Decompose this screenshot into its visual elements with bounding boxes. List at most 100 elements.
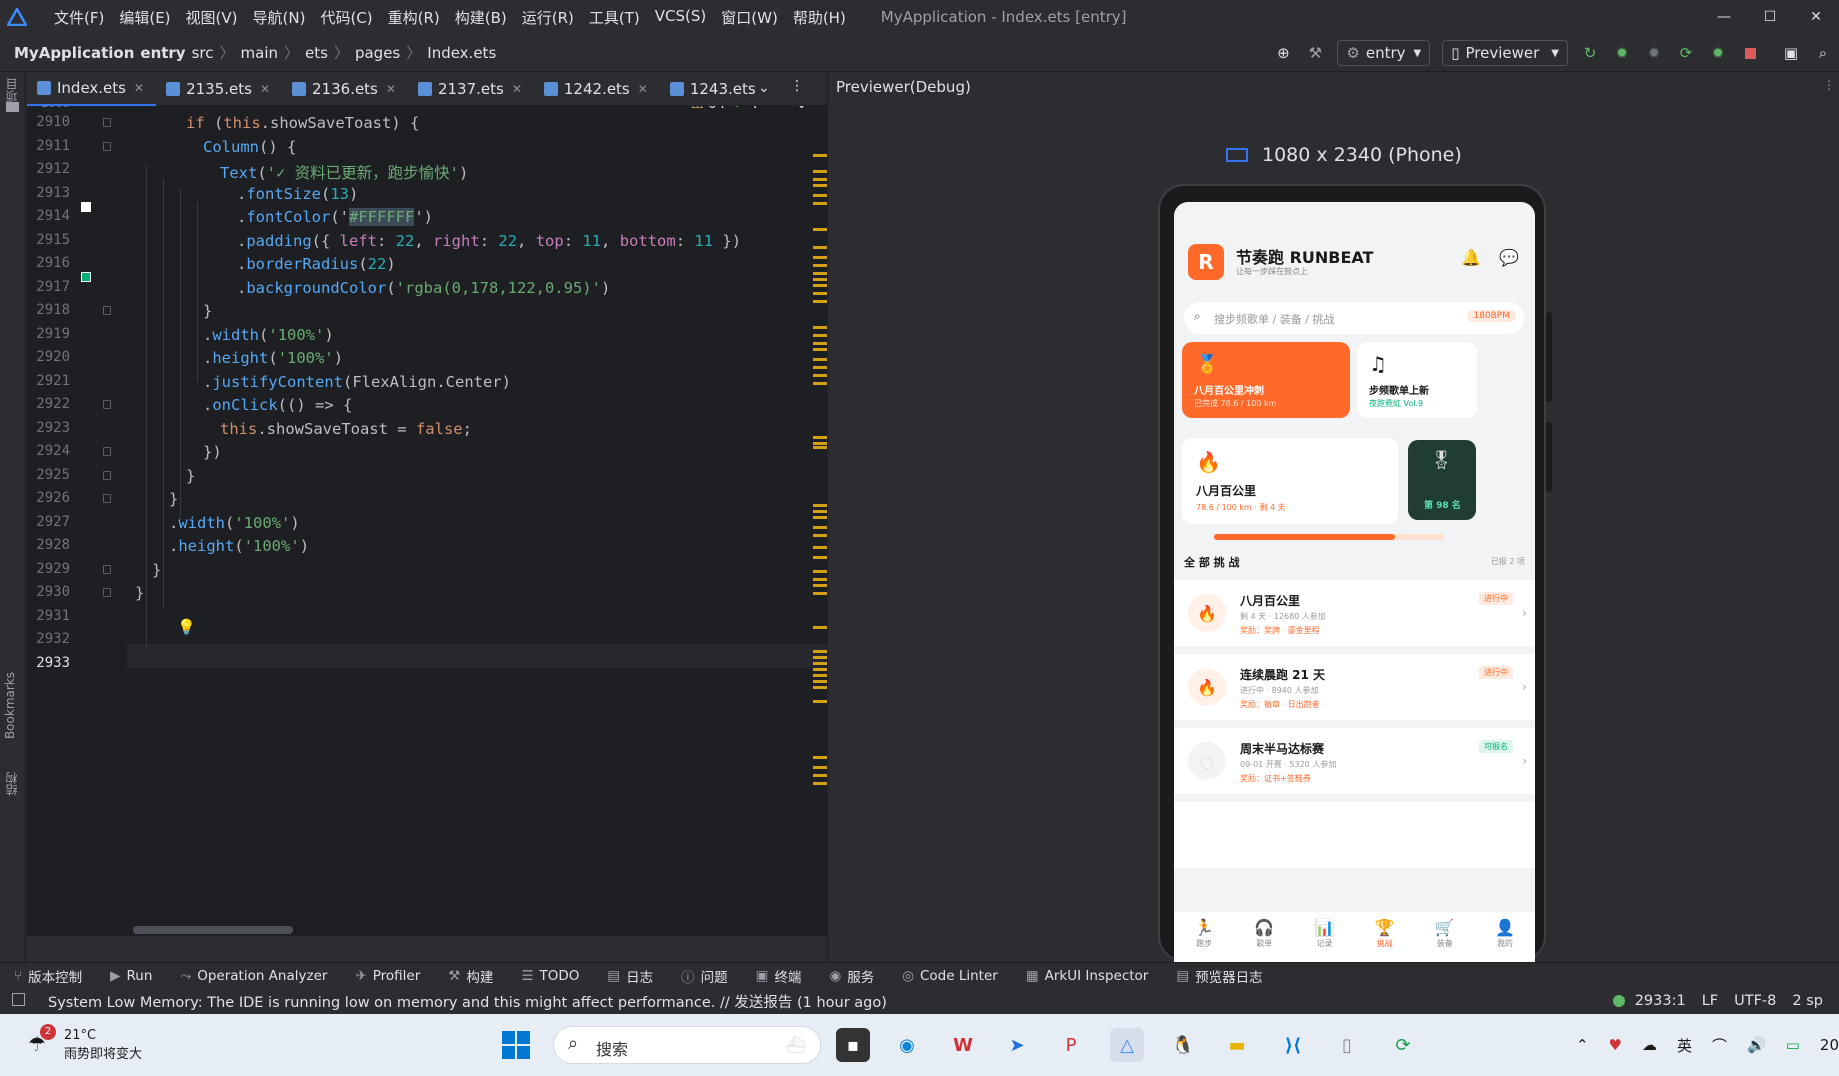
warning-stripe-mark[interactable] <box>813 570 827 573</box>
device-manager-icon[interactable]: ▣ <box>1778 40 1804 66</box>
tool-window-button[interactable]: ⚒ 构建 <box>448 966 493 986</box>
bookmarks-tool-tab[interactable]: Bookmarks <box>3 672 17 739</box>
code-line[interactable]: .onClick(() => { <box>203 396 352 414</box>
code-line[interactable]: .backgroundColor('rgba(0,178,122,0.95)') <box>237 279 610 297</box>
warning-stripe-mark[interactable] <box>813 284 827 287</box>
minimize-button[interactable]: — <box>1701 0 1747 34</box>
warning-stripe-mark[interactable] <box>813 300 827 303</box>
close-tab-icon[interactable]: ✕ <box>512 82 522 96</box>
menu-item[interactable]: 运行(R) <box>522 7 574 28</box>
debug-icon[interactable]: ✹ <box>1609 40 1635 66</box>
close-button[interactable]: ✕ <box>1793 0 1839 34</box>
app-search-bar[interactable]: ⌕ 搜步频歌单 / 装备 / 挑战 180BPM <box>1184 302 1524 334</box>
task-view-icon[interactable]: ▪ <box>836 1028 870 1062</box>
warning-stripe-mark[interactable] <box>813 334 827 337</box>
tool-window-button[interactable]: ⑂ 版本控制 <box>14 966 82 986</box>
reload-icon[interactable]: ⟳ <box>1673 40 1699 66</box>
warning-stripe-mark[interactable] <box>813 774 827 777</box>
warning-stripe-mark[interactable] <box>813 504 827 507</box>
code-line[interactable]: }) <box>203 443 222 461</box>
structure-tool-tab[interactable]: 结构 <box>3 772 20 796</box>
warning-stripe-mark[interactable] <box>813 292 827 295</box>
tool-window-button[interactable]: ◉ 服务 <box>829 966 874 986</box>
breadcrumb-ets[interactable]: ets <box>305 44 328 62</box>
warning-stripe-mark[interactable] <box>813 272 827 275</box>
warning-stripe-mark[interactable] <box>813 326 827 329</box>
app-tab-item[interactable]: 🏃 跑步 <box>1174 912 1234 962</box>
warning-stripe-mark[interactable] <box>813 154 827 157</box>
maximize-button[interactable]: ☐ <box>1747 0 1793 34</box>
rank-card[interactable]: 🎖 第 98 名 <box>1408 440 1476 520</box>
fold-marker-icon[interactable] <box>103 470 111 480</box>
warning-stripe-mark[interactable] <box>813 756 827 759</box>
tool-window-button[interactable]: ▶ Run <box>110 968 152 984</box>
menu-item[interactable]: 编辑(E) <box>119 7 170 28</box>
chevron-down-icon[interactable]: ⌄ <box>758 80 770 96</box>
code-line[interactable]: .fontColor('#FFFFFF') <box>237 208 433 226</box>
menu-item[interactable]: 工具(T) <box>589 7 640 28</box>
breadcrumb-project[interactable]: MyApplication <box>14 44 134 62</box>
wifi-icon[interactable]: ⌒ <box>1712 1035 1727 1056</box>
warning-stripe-mark[interactable] <box>813 442 827 445</box>
warning-stripe-mark[interactable] <box>813 382 827 385</box>
wps-icon[interactable]: W <box>946 1028 980 1062</box>
lightbulb-icon[interactable]: 💡 <box>177 618 196 636</box>
warning-stripe-mark[interactable] <box>813 366 827 369</box>
code-line[interactable]: } <box>203 302 212 320</box>
challenge-row[interactable]: ○ 周末半马达标赛 09-01 开赛 · 5320 人参加 奖励：证书+签鞋券 可报名 › <box>1174 728 1535 794</box>
fold-marker-icon[interactable] <box>103 306 111 315</box>
warning-stripe-mark[interactable] <box>813 446 827 449</box>
code-line[interactable]: .borderRadius(22) <box>237 255 396 273</box>
app-tab-item[interactable]: 👤 我的 <box>1475 912 1535 962</box>
code-line[interactable]: .padding({ left: 22, right: 22, top: 11,… <box>237 232 741 250</box>
profile-icon[interactable]: ✹ <box>1705 40 1731 66</box>
tool-window-button[interactable]: ▤ 日志 <box>607 966 653 986</box>
warning-stripe-mark[interactable] <box>813 194 827 197</box>
status-message[interactable]: System Low Memory: The IDE is running lo… <box>48 991 887 1012</box>
warning-stripe-mark[interactable] <box>813 526 827 529</box>
fold-marker-icon[interactable] <box>103 564 111 574</box>
menu-item[interactable]: 重构(R) <box>388 7 440 28</box>
warning-stripe-mark[interactable] <box>813 668 827 671</box>
warning-stripe-mark[interactable] <box>813 264 827 267</box>
color-swatch-green[interactable] <box>81 272 91 282</box>
document-icon[interactable]: ▯ <box>1330 1028 1364 1062</box>
warning-stripe-mark[interactable] <box>813 184 827 187</box>
code-line[interactable]: Column() { <box>203 138 296 156</box>
warning-stripe-mark[interactable] <box>813 342 827 345</box>
menu-item[interactable]: 窗口(W) <box>721 7 778 28</box>
code-line[interactable]: } <box>169 490 178 508</box>
tool-window-button[interactable]: ▦ ArkUI Inspector <box>1026 968 1149 984</box>
challenge-row[interactable] <box>1174 802 1535 868</box>
editor-tab[interactable]: 1242.ets ✕ <box>534 72 660 106</box>
file-encoding[interactable]: UTF-8 <box>1734 993 1776 1009</box>
cloud-icon[interactable]: ☁ <box>1642 1036 1657 1054</box>
warning-stripe-mark[interactable] <box>813 246 827 249</box>
app-tab-item[interactable]: 🎧 歌单 <box>1234 912 1294 962</box>
code-line[interactable]: } <box>135 584 144 602</box>
code-line[interactable]: .width('100%') <box>169 514 300 532</box>
warning-stripe-mark[interactable] <box>813 546 827 549</box>
attach-debugger-icon[interactable]: ✹ <box>1641 40 1667 66</box>
warning-stripe-mark[interactable] <box>813 202 827 205</box>
code-line[interactable]: this.showSaveToast = false; <box>220 420 472 438</box>
chevron-up-icon[interactable]: ⌃ <box>1576 1036 1589 1054</box>
module-dropdown[interactable]: ⚙ entry ▼ <box>1337 40 1431 66</box>
menu-item[interactable]: 文件(F) <box>54 7 104 28</box>
warning-stripe-mark[interactable] <box>813 178 827 181</box>
more-options-icon[interactable]: ⋮ <box>790 78 804 94</box>
challenge-row[interactable]: 🔥 八月百公里剩 4 天 · 12680 人参加 奖励：奖牌 · 鎏金里程 进行中 › <box>1174 580 1535 646</box>
vscode-icon[interactable]: ⟩⟨ <box>1276 1028 1310 1062</box>
warning-stripe-mark[interactable] <box>813 626 827 629</box>
deveco-taskbar-icon[interactable]: △ <box>1110 1028 1144 1062</box>
fold-marker-icon[interactable] <box>103 118 111 127</box>
code-line[interactable]: .height('100%') <box>169 537 309 555</box>
code-line[interactable]: .fontSize(13) <box>237 185 358 203</box>
warning-stripe-mark[interactable] <box>813 358 827 361</box>
pdf-icon[interactable]: P <box>1054 1028 1088 1062</box>
app-tab-item[interactable]: 🏆 挑战 <box>1355 912 1415 962</box>
warning-stripe-mark[interactable] <box>813 656 827 659</box>
menu-item[interactable]: 视图(V) <box>186 7 238 28</box>
file-explorer-icon[interactable]: ▬ <box>1220 1028 1254 1062</box>
breadcrumb-pages[interactable]: pages <box>355 44 400 62</box>
